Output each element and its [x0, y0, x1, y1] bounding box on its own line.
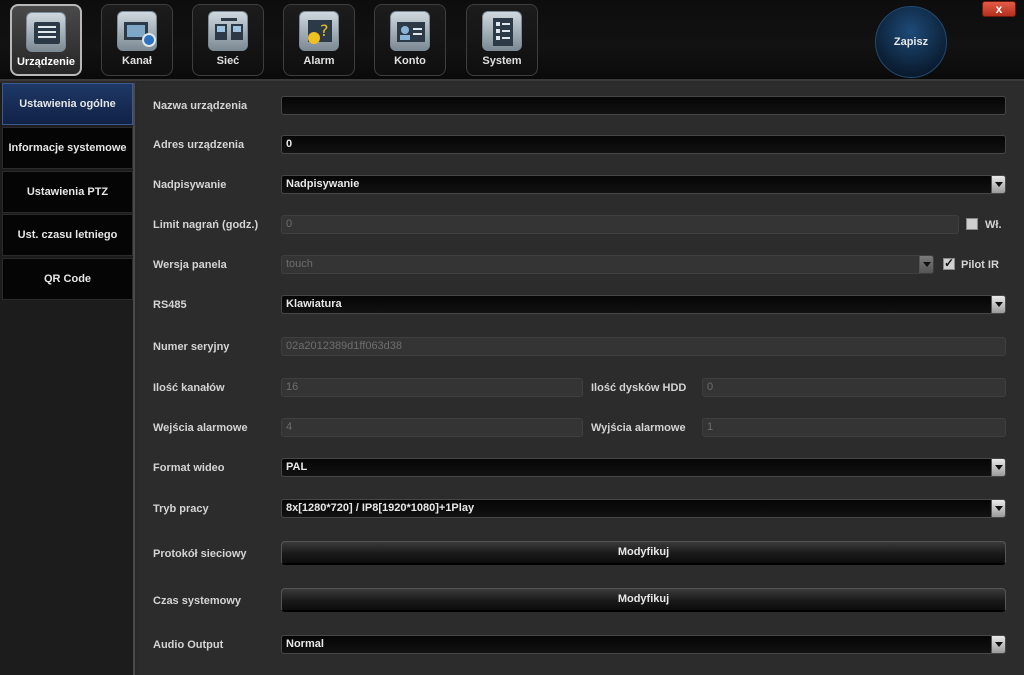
alarm-inputs-field: 4 — [281, 418, 583, 437]
video-format-value: PAL — [286, 461, 308, 473]
svg-text:?: ? — [320, 21, 329, 40]
overwrite-value: Nadpisywanie — [286, 178, 360, 190]
alarm-outputs-field: 1 — [702, 418, 1006, 437]
ir-remote-checkbox-label: Pilot IR — [961, 259, 999, 271]
sidebar: Ustawienia ogólne Informacje systemowe U… — [0, 83, 135, 675]
chevron-down-icon[interactable] — [991, 500, 1005, 517]
tab-alarm[interactable]: ? Alarm — [283, 4, 355, 76]
network-protocol-modify-button[interactable]: Modyfikuj — [281, 541, 1006, 565]
chevron-down-icon — [919, 256, 933, 273]
work-mode-select[interactable]: 8x[1280*720] / IP8[1920*1080]+1Play — [281, 499, 1006, 518]
tab-label: System — [482, 55, 522, 67]
tab-system[interactable]: System — [466, 4, 538, 76]
alarm-outputs-label: Wyjścia alarmowe — [591, 422, 686, 434]
tab-network[interactable]: Sieć — [192, 4, 264, 76]
device-address-label: Adres urządzenia — [153, 139, 245, 151]
video-format-label: Format wideo — [153, 462, 225, 474]
channel-count-field: 16 — [281, 378, 583, 397]
alarm-inputs-label: Wejścia alarmowe — [153, 422, 248, 434]
close-button[interactable]: x — [982, 1, 1016, 17]
serial-number-label: Numer seryjny — [153, 341, 230, 353]
system-icon — [482, 11, 522, 51]
network-protocol-label: Protokół sieciowy — [153, 548, 247, 560]
panel-version-label: Wersja panela — [153, 259, 227, 271]
top-toolbar: x Urządzenie Kanał Sieć ? Alarm Konto Sy… — [0, 0, 1024, 81]
device-name-label: Nazwa urządzenia — [153, 100, 248, 112]
checkmark-icon: ✓ — [944, 256, 955, 270]
chevron-down-icon[interactable] — [991, 176, 1005, 193]
work-mode-label: Tryb pracy — [153, 503, 209, 515]
tab-label: Urządzenie — [16, 56, 76, 68]
hdd-count-label: Ilość dysków HDD — [591, 382, 687, 394]
video-format-select[interactable]: PAL — [281, 458, 1006, 477]
tab-label: Sieć — [216, 55, 240, 67]
chevron-down-icon[interactable] — [991, 636, 1005, 653]
camera-channel-icon — [117, 11, 157, 51]
save-button[interactable]: Zapisz — [875, 6, 947, 78]
system-time-label: Czas systemowy — [153, 595, 242, 607]
tab-device[interactable]: Urządzenie — [10, 4, 82, 76]
overwrite-select[interactable]: Nadpisywanie — [281, 175, 1006, 194]
account-icon — [390, 11, 430, 51]
device-settings-icon — [26, 12, 66, 52]
hdd-count-field: 0 — [702, 378, 1006, 397]
audio-output-label: Audio Output — [153, 639, 224, 651]
channel-count-label: Ilość kanałów — [153, 382, 225, 394]
general-settings-form: Nazwa urządzenia Adres urządzenia 0 Nadp… — [137, 83, 1024, 675]
audio-output-value: Normal — [286, 638, 324, 650]
device-name-input[interactable] — [281, 96, 1006, 115]
chevron-down-icon[interactable] — [991, 296, 1005, 313]
tab-account[interactable]: Konto — [374, 4, 446, 76]
chevron-down-icon[interactable] — [991, 459, 1005, 476]
record-limit-checkbox[interactable] — [966, 218, 978, 230]
sidebar-item-system-info[interactable]: Informacje systemowe — [2, 127, 133, 169]
sidebar-item-ptz-settings[interactable]: Ustawienia PTZ — [2, 171, 133, 213]
sidebar-item-daylight-saving[interactable]: Ust. czasu letniego — [2, 214, 133, 256]
sidebar-item-qr-code[interactable]: QR Code — [2, 258, 133, 300]
alarm-icon: ? — [299, 11, 339, 51]
system-time-modify-button[interactable]: Modyfikuj — [281, 588, 1006, 612]
tab-label: Alarm — [303, 55, 335, 67]
rs485-label: RS485 — [153, 299, 187, 311]
panel-version-select: touch — [281, 255, 934, 274]
record-limit-input: 0 — [281, 215, 959, 234]
sidebar-item-general-settings[interactable]: Ustawienia ogólne — [2, 83, 133, 125]
rs485-select[interactable]: Klawiatura — [281, 295, 1006, 314]
serial-number-field: 02a2012389d1ff063d38 — [281, 337, 1006, 356]
overwrite-label: Nadpisywanie — [153, 179, 227, 191]
panel-version-value: touch — [286, 258, 313, 270]
tab-label: Konto — [394, 55, 426, 67]
network-icon — [208, 11, 248, 51]
audio-output-select[interactable]: Normal — [281, 635, 1006, 654]
rs485-value: Klawiatura — [286, 298, 342, 310]
record-limit-checkbox-label: Wł. — [985, 219, 1002, 231]
device-address-input[interactable]: 0 — [281, 135, 1006, 154]
ir-remote-checkbox[interactable]: ✓ — [943, 256, 955, 270]
tab-label: Kanał — [122, 55, 152, 67]
work-mode-value: 8x[1280*720] / IP8[1920*1080]+1Play — [286, 502, 475, 514]
tab-channel[interactable]: Kanał — [101, 4, 173, 76]
record-limit-label: Limit nagrań (godz.) — [153, 219, 259, 231]
